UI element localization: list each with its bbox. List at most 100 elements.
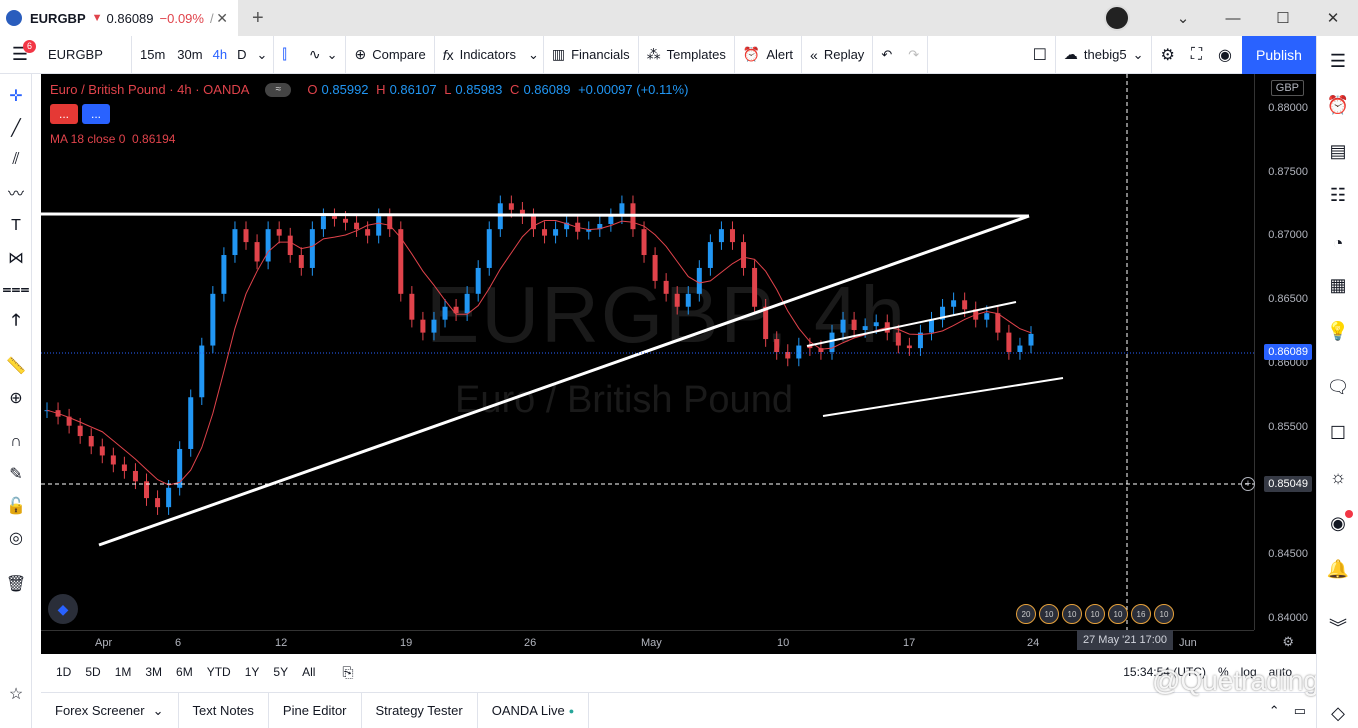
interval-15m[interactable]: 15m xyxy=(132,36,173,74)
trend-line-icon[interactable]: ╱ xyxy=(4,116,28,140)
settings-button[interactable]: ⚙ xyxy=(1152,36,1182,74)
range-3m[interactable]: 3M xyxy=(138,665,169,679)
calendar-icon[interactable]: ⎘ xyxy=(342,664,353,681)
layout-select-button[interactable]: ☐ xyxy=(1025,35,1056,74)
ma-legend[interactable]: MA 18 close 0 0.86194 xyxy=(50,132,175,146)
event-icon[interactable]: 10 xyxy=(1085,604,1105,624)
interval-4h[interactable]: 4h xyxy=(207,36,233,74)
brush-icon[interactable]: 〰 xyxy=(4,180,28,204)
legend-toggle-pill[interactable]: ≈ xyxy=(265,82,292,97)
ideas-icon[interactable]: 💡 xyxy=(1325,318,1351,344)
range-ytd[interactable]: YTD xyxy=(200,665,238,679)
pattern-icon[interactable]: ⋈ xyxy=(4,246,28,270)
candle-style-button[interactable]: ⫿ xyxy=(274,36,300,74)
news-icon[interactable]: ▤ xyxy=(1325,138,1351,164)
range-1y[interactable]: 1Y xyxy=(238,665,267,679)
indicators-label: Indicators xyxy=(459,47,516,62)
interval-dropdown[interactable]: ⌄ xyxy=(250,35,275,74)
trash-icon[interactable]: 🗑 xyxy=(4,572,28,596)
sell-button[interactable]: ... xyxy=(50,104,78,124)
ruler-icon[interactable]: 📏 xyxy=(4,354,28,378)
candle-body xyxy=(641,229,647,256)
pitchfork-icon[interactable]: ⫽ xyxy=(4,148,28,172)
avatar[interactable] xyxy=(1104,5,1130,31)
forecast-icon[interactable]: ⩶ xyxy=(2,278,29,302)
tradingview-logo-icon[interactable]: ◆ xyxy=(48,594,78,624)
range-1m[interactable]: 1M xyxy=(108,665,139,679)
magnet-icon[interactable]: ∩ xyxy=(4,430,28,454)
buy-button[interactable]: ... xyxy=(82,104,110,124)
publish-button[interactable]: Publish xyxy=(1242,36,1316,74)
redo-button[interactable]: ↷ xyxy=(900,35,929,74)
crosshair-icon[interactable]: ✛ xyxy=(4,84,28,108)
new-tab-button[interactable]: + xyxy=(252,7,264,30)
chevron-up-icon[interactable]: ⌃ xyxy=(1269,703,1280,719)
event-icon[interactable]: 10 xyxy=(1154,604,1174,624)
add-alert-icon[interactable]: + xyxy=(1241,477,1255,491)
tab-strategy-tester[interactable]: Strategy Tester xyxy=(362,692,478,728)
range-6m[interactable]: 6M xyxy=(169,665,200,679)
eye-icon[interactable]: ◎ xyxy=(4,526,28,550)
layers-icon[interactable]: ◇ xyxy=(1325,700,1351,726)
range-1d[interactable]: 1D xyxy=(49,665,78,679)
range-5d[interactable]: 5D xyxy=(78,665,107,679)
interval-30m[interactable]: 30m xyxy=(173,36,206,74)
lock-icon[interactable]: 🔓 xyxy=(4,494,28,518)
undo-button[interactable]: ↶ xyxy=(873,36,900,74)
alert-button[interactable]: ⏰ Alert xyxy=(735,35,803,74)
interval-d[interactable]: D xyxy=(233,36,250,74)
tab-text-notes[interactable]: Text Notes xyxy=(179,692,269,728)
event-icon[interactable]: 16 xyxy=(1131,604,1151,624)
text-icon[interactable]: T xyxy=(4,214,28,238)
chats-icon[interactable]: 🗨 xyxy=(1325,374,1351,400)
replay-button[interactable]: « Replay xyxy=(802,35,874,74)
chart-type-button[interactable]: ∿ ⌄ xyxy=(301,35,347,74)
minimize-button[interactable]: — xyxy=(1208,10,1258,27)
snapshot-button[interactable]: ◉ xyxy=(1210,36,1240,74)
data-window-icon[interactable]: ☷ xyxy=(1325,182,1351,208)
streams-icon[interactable]: ☼ xyxy=(1325,464,1351,490)
zoom-in-icon[interactable]: ⊕ xyxy=(4,386,28,410)
tab-close-icon[interactable]: ✕ xyxy=(216,10,228,27)
event-icon[interactable]: 20 xyxy=(1016,604,1036,624)
expand-icon[interactable]: ︾ xyxy=(1325,614,1351,640)
event-icon[interactable]: 10 xyxy=(1108,604,1128,624)
chart-area[interactable]: EURGBP, 4h Euro / British Pound Euro / B… xyxy=(41,74,1316,654)
watchlist-icon[interactable]: ☰ xyxy=(1325,48,1351,74)
lock-drawings-icon[interactable]: ✎ xyxy=(4,462,28,486)
chevron-down-icon[interactable]: ⌄ xyxy=(1158,9,1208,27)
range-5y[interactable]: 5Y xyxy=(266,665,295,679)
bell-icon[interactable]: 🔔 xyxy=(1325,556,1351,582)
price-axis[interactable]: GBP 0.88000 0.87500 0.87000 0.86500 0.86… xyxy=(1241,74,1316,630)
time-axis[interactable]: Apr 6 12 19 26 May 10 17 24 Jun xyxy=(41,630,1254,654)
event-icon[interactable]: 10 xyxy=(1062,604,1082,624)
arrow-up-icon[interactable]: 🡑 xyxy=(4,310,28,334)
browser-tab[interactable]: EURGBP ▼ 0.86089 −0.09% / ✕ xyxy=(0,0,238,36)
calendar-icon[interactable]: ▦ xyxy=(1325,272,1351,298)
price-plot[interactable] xyxy=(41,74,1254,630)
tab-forex-screener[interactable]: Forex Screener ⌄ xyxy=(41,692,179,728)
layout-name-button[interactable]: ☁ thebig5 ⌄ xyxy=(1056,35,1153,74)
indicators-button[interactable]: fx Indicators xyxy=(435,36,524,74)
messages-icon[interactable]: ☐ xyxy=(1325,420,1351,446)
templates-button[interactable]: ⁂ Templates xyxy=(639,35,735,74)
close-window-button[interactable]: ✕ xyxy=(1308,9,1358,27)
maximize-button[interactable]: ☐ xyxy=(1258,9,1308,27)
symbol-search-button[interactable]: EURGBP xyxy=(40,35,132,74)
tab-oanda-live[interactable]: OANDA Live ● xyxy=(478,692,590,728)
tab-pine-editor[interactable]: Pine Editor xyxy=(269,692,362,728)
alerts-icon[interactable]: ⏰ xyxy=(1325,92,1351,118)
compare-button[interactable]: ⊕ Compare xyxy=(346,35,435,74)
currency-label[interactable]: GBP xyxy=(1270,80,1304,96)
indicators-dropdown[interactable]: ⌄ xyxy=(524,35,544,74)
panel-maximize-icon[interactable]: ▭ xyxy=(1294,703,1306,719)
star-icon[interactable]: ☆ xyxy=(4,682,28,706)
axis-settings-gear-icon[interactable]: ⚙ xyxy=(1282,634,1294,650)
fullscreen-button[interactable]: ⛶ xyxy=(1183,36,1210,74)
range-all[interactable]: All xyxy=(295,665,322,679)
financials-button[interactable]: ▥ Financials xyxy=(544,35,639,74)
legend-title[interactable]: Euro / British Pound · 4h · OANDA xyxy=(50,82,249,97)
main-menu-button[interactable]: ☰ 6 xyxy=(0,36,40,74)
event-icon[interactable]: 10 xyxy=(1039,604,1059,624)
hotlists-icon[interactable]: ◔ xyxy=(1325,230,1351,256)
